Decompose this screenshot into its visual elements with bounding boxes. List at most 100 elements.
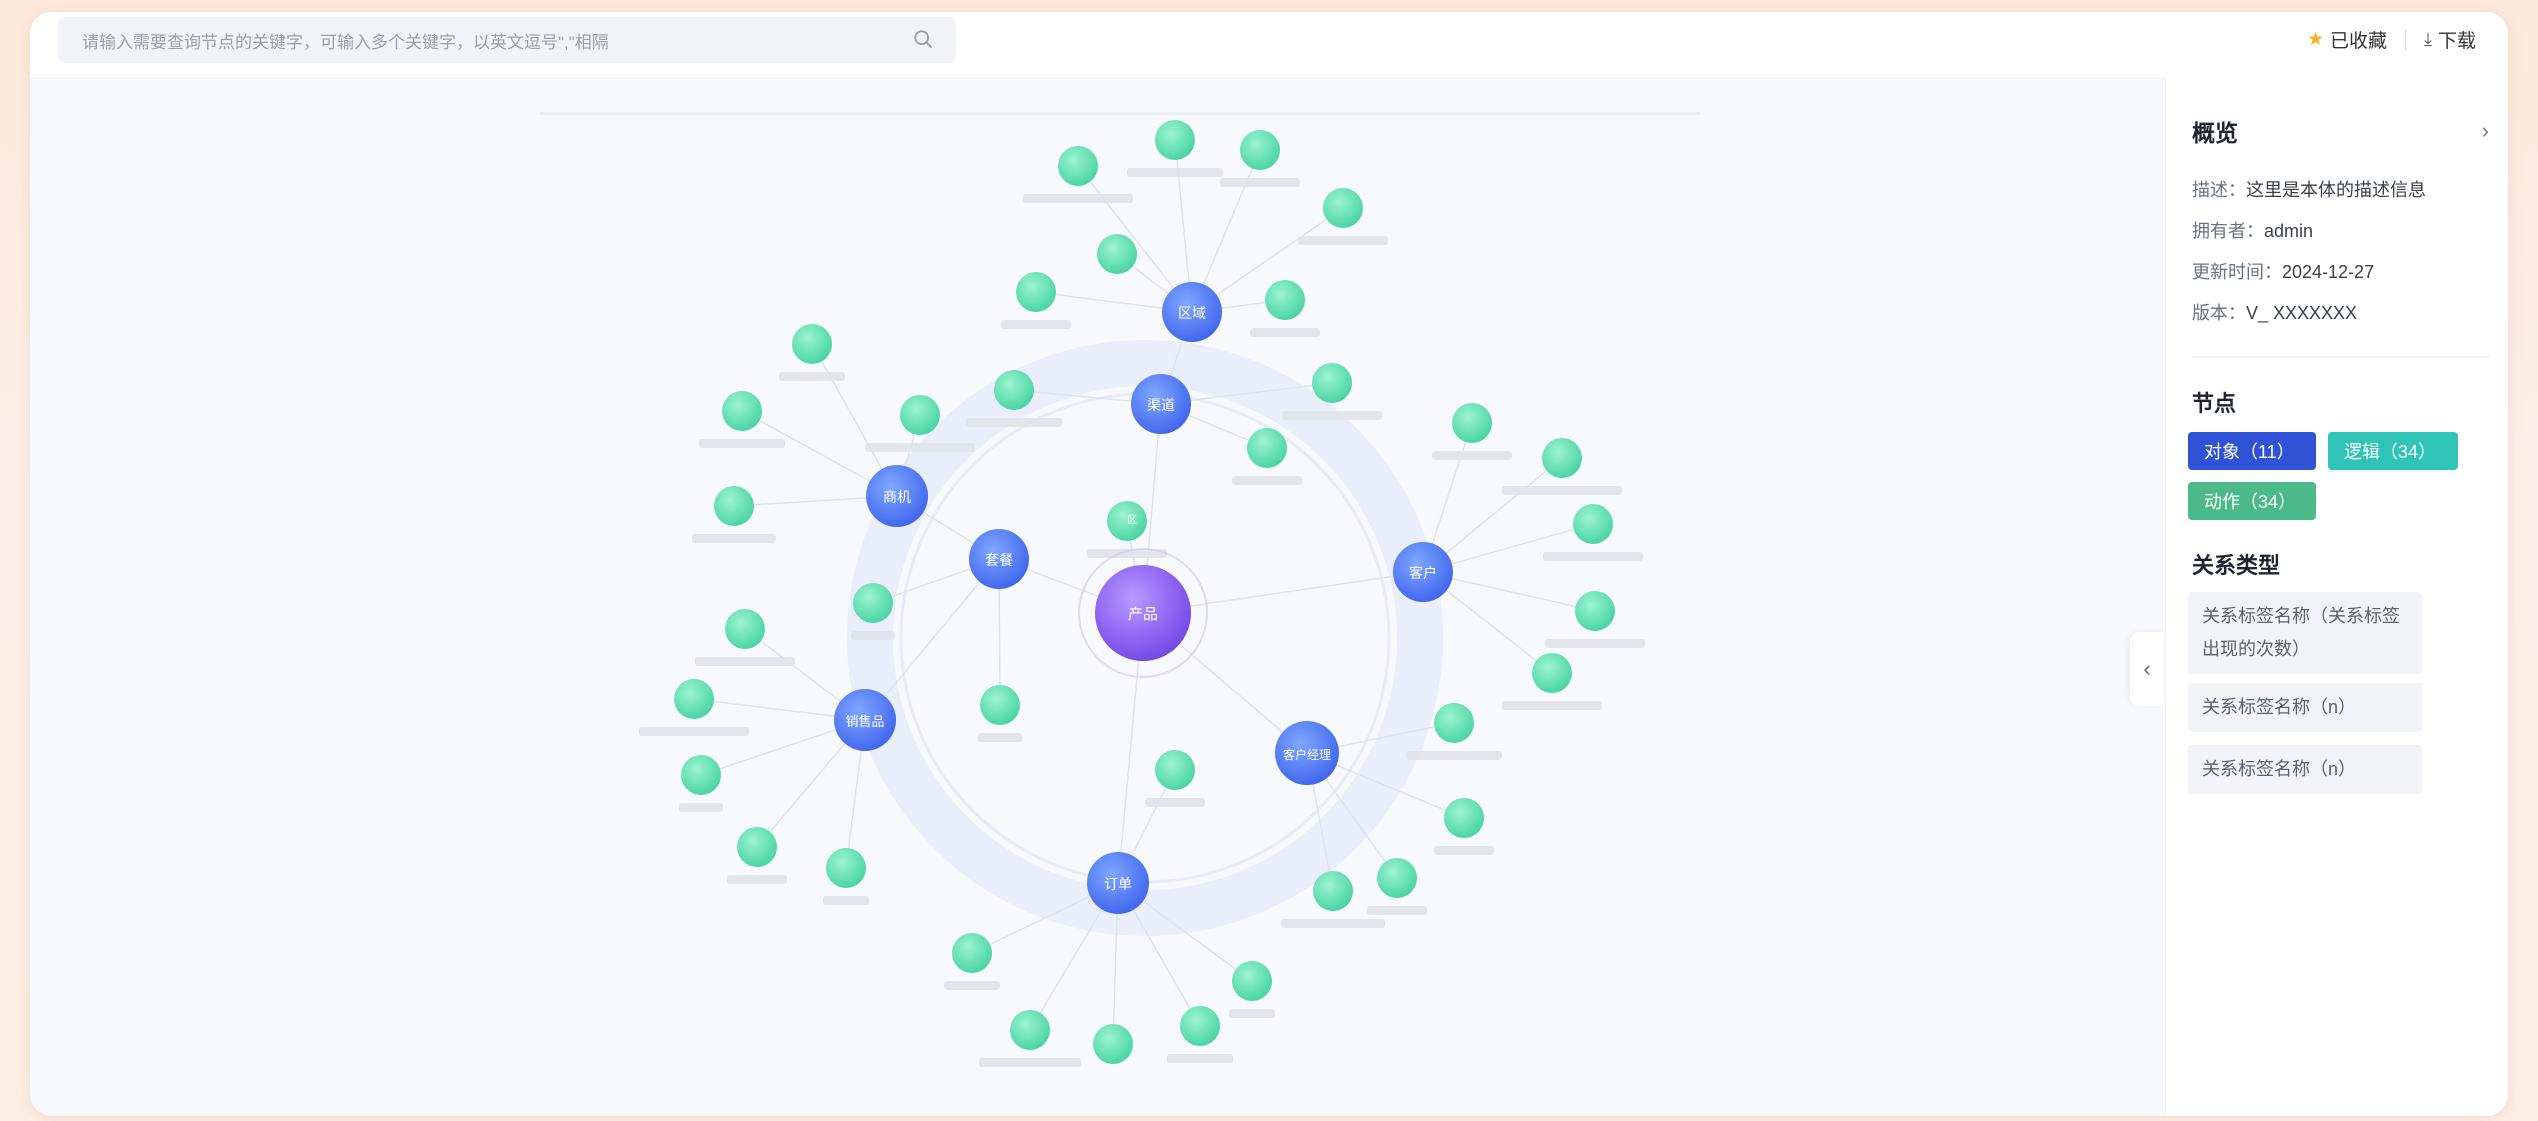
leaf-node[interactable] [1058, 146, 1098, 186]
hub-label: 销售品 [845, 714, 884, 730]
knowledge-graph[interactable]: 产品 区域 渠道 商机 客户 套餐 销售品 客户经理 订单 区 [30, 78, 2165, 1116]
leaf-node[interactable] [1265, 280, 1305, 320]
top-bar: 请输入需要查询节点的关键字，可输入多个关键字，以英文逗号","相隔 ★ 已收藏 … [30, 12, 2508, 79]
blurred-leaf-label [1232, 476, 1302, 485]
nodes-title: 节点 [2192, 391, 2237, 416]
hub-node-qudao[interactable]: 渠道 [1131, 374, 1191, 434]
leaf-node[interactable] [826, 848, 866, 888]
center-node-label: 产品 [1128, 605, 1158, 623]
leaf-node[interactable] [1323, 188, 1363, 228]
leaf-node[interactable] [1232, 961, 1272, 1001]
blurred-leaf-label [727, 875, 787, 884]
search-placeholder: 请输入需要查询节点的关键字，可输入多个关键字，以英文逗号","相隔 [82, 32, 609, 52]
overview-header[interactable]: 概览 › [2192, 114, 2489, 148]
blurred-leaf-label [944, 981, 1000, 990]
leaf-node[interactable] [952, 933, 992, 973]
download-label: 下载 [2437, 31, 2476, 52]
blurred-leaf-label [1220, 178, 1300, 187]
blurred-leaf-label [1434, 846, 1494, 855]
relation-item[interactable]: 关系标签名称（n） [2188, 683, 2422, 732]
leaf-node[interactable] [900, 395, 940, 435]
info-panel: 概览 › 描述：这里是本体的描述信息 拥有者：admin 更新时间：2024-1… [2165, 78, 2508, 1116]
tag-logic[interactable]: 逻辑（34） [2328, 432, 2458, 470]
graph-canvas[interactable]: 产品 区域 渠道 商机 客户 套餐 销售品 客户经理 订单 区 ‹ [30, 78, 2165, 1116]
hub-label: 商机 [883, 490, 911, 506]
leaf-node[interactable] [1575, 591, 1615, 631]
meta-version: 版本：V_ XXXXXXX [2192, 303, 2358, 323]
favorite-button[interactable]: ★ 已收藏 [2307, 26, 2387, 53]
hub-node-taocan[interactable]: 套餐 [969, 529, 1029, 589]
leaf-node[interactable] [1444, 798, 1484, 838]
hub-label: 客户 [1409, 565, 1437, 582]
leaf-node[interactable] [1155, 750, 1195, 790]
leaf-node[interactable] [853, 583, 893, 623]
relation-item[interactable]: 关系标签名称（关系标签出现的次数） [2188, 592, 2422, 674]
blurred-leaf-label [1432, 451, 1512, 460]
hub-node-xiaoshoupin[interactable]: 销售品 [834, 689, 896, 751]
hub-node-kehujingli[interactable]: 客户经理 [1275, 721, 1339, 785]
leaf-node[interactable] [681, 755, 721, 795]
blurred-leaf-label [699, 439, 785, 448]
leaf-node[interactable] [714, 486, 754, 526]
blurred-leaf-label [679, 803, 723, 812]
leaf-node[interactable] [1313, 871, 1353, 911]
leaf-node[interactable] [1010, 1010, 1050, 1050]
hub-node-quyu[interactable]: 区域 [1162, 282, 1222, 342]
blurred-leaf-label [692, 534, 776, 543]
leaf-node[interactable] [737, 827, 777, 867]
search-input[interactable]: 请输入需要查询节点的关键字，可输入多个关键字，以英文逗号","相隔 [58, 17, 956, 63]
chevron-right-icon[interactable]: › [2482, 118, 2489, 144]
meta-owner: 拥有者：admin [2192, 221, 2314, 241]
star-icon: ★ [2306, 29, 2324, 50]
blurred-leaf-label [1502, 701, 1602, 710]
blurred-leaf-label [1502, 486, 1622, 495]
blurred-leaf-label [979, 1058, 1081, 1067]
leaf-node[interactable] [1377, 858, 1417, 898]
meta-description: 描述：这里是本体的描述信息 [2192, 180, 2426, 200]
download-button[interactable]: ⤓ 下载 [2424, 26, 2476, 53]
blurred-leaf-label [1367, 906, 1427, 915]
hub-node-kehu[interactable]: 客户 [1393, 542, 1453, 602]
leaf-node[interactable] [722, 391, 762, 431]
hub-label: 套餐 [985, 553, 1013, 569]
leaf-node[interactable] [980, 685, 1020, 725]
tag-action[interactable]: 动作（34） [2188, 482, 2316, 520]
search-icon[interactable] [910, 26, 938, 54]
leaf-node[interactable] [1016, 272, 1056, 312]
favorite-label: 已收藏 [2330, 31, 2388, 52]
leaf-node[interactable] [1312, 363, 1352, 403]
relation-item[interactable]: 关系标签名称（n） [2188, 745, 2422, 794]
leaf-node[interactable] [1247, 428, 1287, 468]
blurred-leaf-label [1250, 328, 1320, 337]
leaf-node[interactable] [1180, 1006, 1220, 1046]
blurred-leaf-label [695, 657, 795, 666]
leaf-node[interactable] [1542, 438, 1582, 478]
leaf-node[interactable] [1240, 130, 1280, 170]
tag-object[interactable]: 对象（11） [2188, 432, 2316, 470]
hub-node-shangji[interactable]: 商机 [866, 465, 928, 527]
chevron-left-icon: ‹ [2143, 656, 2151, 681]
blurred-leaf-label [1001, 320, 1071, 329]
leaf-node[interactable] [1097, 234, 1137, 274]
blurred-leaf-label [1406, 751, 1502, 760]
blurred-leaf-label [1543, 552, 1643, 561]
relation-types-title: 关系类型 [2192, 553, 2281, 578]
leaf-node[interactable] [1093, 1024, 1133, 1064]
leaf-node[interactable] [994, 370, 1034, 410]
collapse-panel-button[interactable]: ‹ [2130, 632, 2164, 706]
leaf-node[interactable] [725, 609, 765, 649]
leaf-node[interactable] [1434, 703, 1474, 743]
leaf-node[interactable] [1532, 653, 1572, 693]
header-actions: ★ 已收藏 ⤓ 下载 [2307, 26, 2476, 53]
blurred-leaf-label [1023, 194, 1133, 203]
hub-node-dingdan[interactable]: 订单 [1087, 852, 1149, 914]
leaf-node[interactable] [1452, 403, 1492, 443]
blurred-leaf-label [1145, 798, 1205, 807]
leaf-node[interactable] [674, 679, 714, 719]
leaf-node[interactable] [1155, 120, 1195, 160]
hub-label: 渠道 [1147, 398, 1175, 414]
header-divider [2405, 28, 2407, 51]
leaf-node[interactable] [1573, 504, 1613, 544]
leaf-node[interactable] [792, 324, 832, 364]
overview-title: 概览 [2192, 120, 2238, 146]
